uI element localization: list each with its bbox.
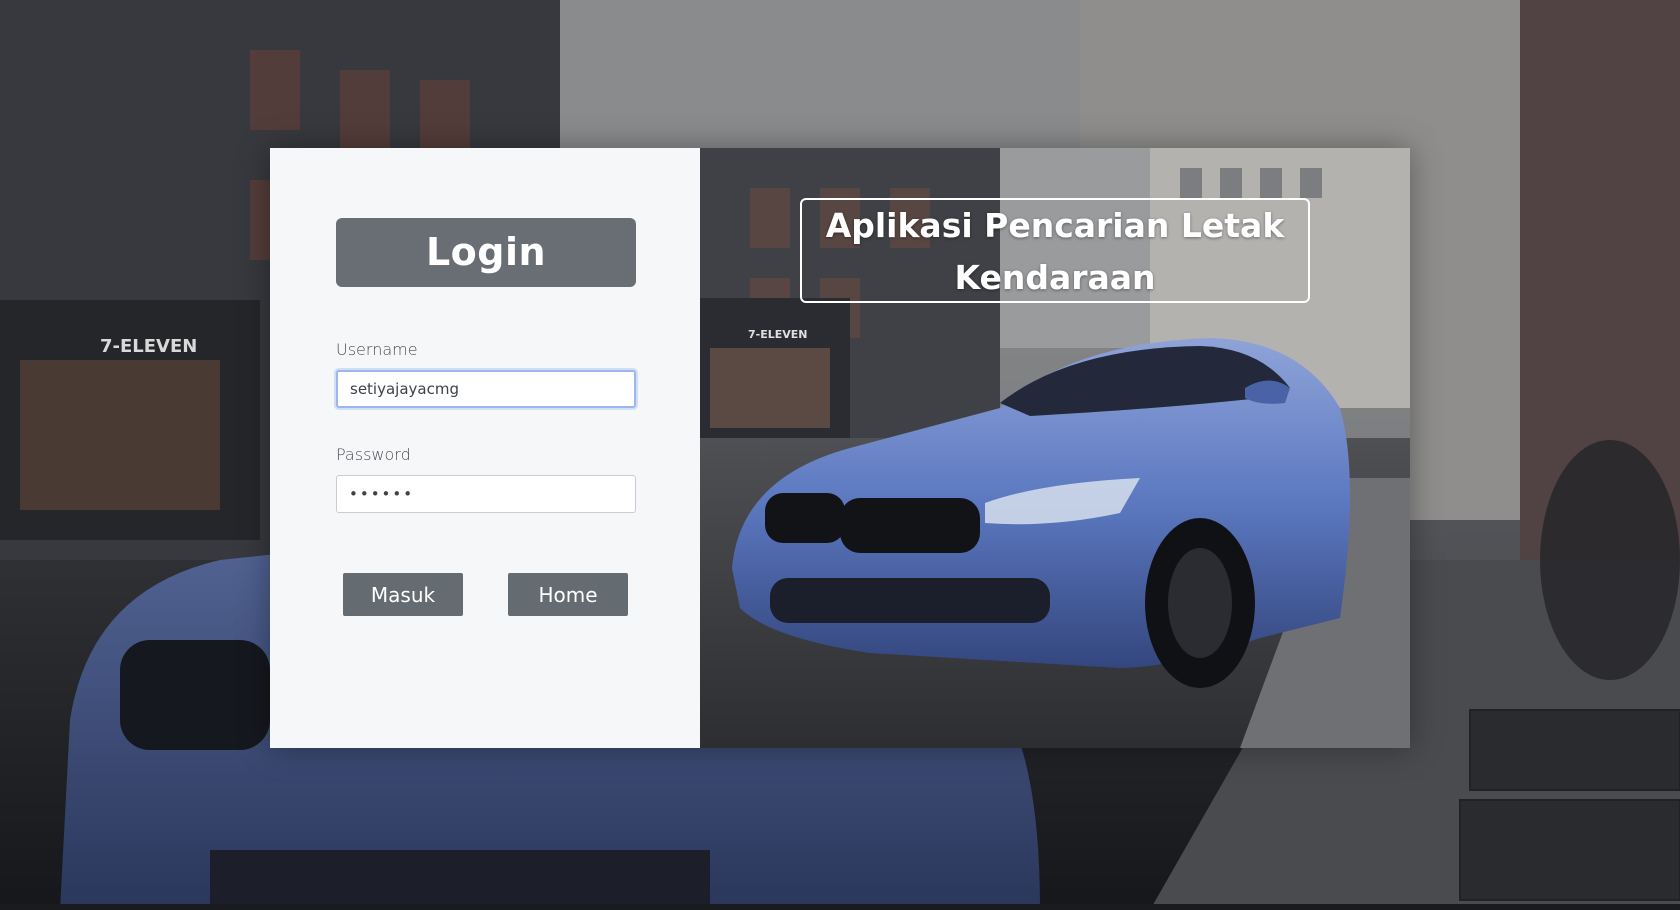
svg-text:7-ELEVEN: 7-ELEVEN xyxy=(100,336,197,357)
svg-text:7-ELEVEN: 7-ELEVEN xyxy=(748,328,808,341)
login-title: Login xyxy=(336,218,636,287)
bottom-strip xyxy=(0,904,1680,910)
username-input[interactable] xyxy=(336,370,636,408)
password-input[interactable] xyxy=(336,475,636,513)
password-label: Password xyxy=(336,445,411,464)
home-button[interactable]: Home xyxy=(508,573,628,616)
login-panel: Login Username Password Masuk Home xyxy=(270,148,700,748)
app-title: Aplikasi Pencarian Letak Kendaraan xyxy=(800,198,1310,303)
login-card: Login Username Password Masuk Home xyxy=(270,148,1410,748)
hero-image-panel: 7-ELEVEN Aplikasi Pencarian Letak Kendar… xyxy=(700,148,1410,748)
username-label: Username xyxy=(336,340,418,359)
masuk-button[interactable]: Masuk xyxy=(343,573,463,616)
